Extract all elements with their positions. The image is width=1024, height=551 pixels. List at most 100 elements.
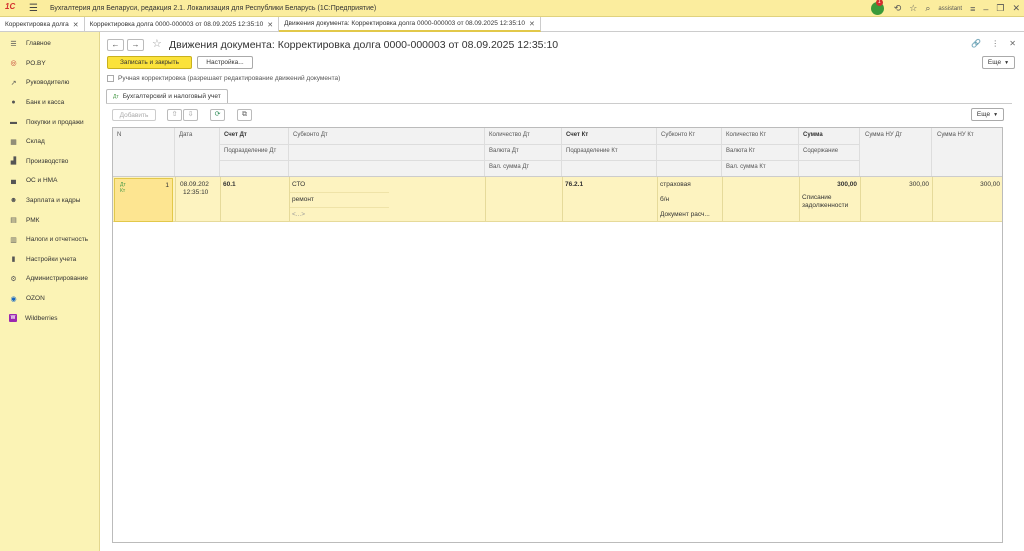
sidebar-item-bank[interactable]: ● Банк и касса	[0, 93, 99, 113]
movement-dt-kt-icon: Дт Кт	[120, 182, 126, 194]
header-div-kt[interactable]: Подразделение Кт	[566, 148, 618, 154]
sidebar-item-director[interactable]: ↗ Руководителю	[0, 73, 99, 93]
tab-debt-adjustment-list[interactable]: Корректировка долга ✕	[0, 17, 85, 32]
header-cur-sum-kt[interactable]: Вал. сумма Кт	[726, 164, 766, 170]
sidebar-item-label: Настройки учета	[26, 255, 77, 263]
favorite-star-icon[interactable]: ☆	[152, 37, 162, 50]
sidebar-item-production[interactable]: ▟ Производство	[0, 152, 99, 172]
header-n[interactable]: N	[117, 132, 121, 138]
favorites-icon[interactable]: ☆	[909, 3, 917, 14]
people-icon: ☻	[9, 197, 18, 205]
sidebar-item-label: Зарплата и кадры	[26, 197, 81, 205]
sidebar-item-label: РО.BY	[26, 59, 46, 67]
back-button[interactable]: ←	[107, 39, 124, 51]
report-icon: ▥	[10, 236, 17, 244]
sidebar-item-main[interactable]: ☰ Главное	[0, 34, 99, 54]
minimize-icon[interactable]: –	[983, 4, 988, 14]
sidebar-item-assets[interactable]: ▄ ОС и НМА	[0, 171, 99, 191]
car-icon: ▄	[11, 177, 16, 185]
title-bar: 1С ☰ Бухгалтерия для Беларуси, редакция …	[0, 0, 1024, 17]
sidebar-item-wildberries[interactable]: W Wildberries	[0, 308, 99, 328]
header-cur-dt[interactable]: Валюта Дт	[489, 148, 519, 154]
close-tab-icon[interactable]: ✕	[267, 21, 273, 29]
header-date[interactable]: Дата	[179, 132, 192, 138]
sidebar-item-rmk[interactable]: ▤ РМК	[0, 210, 99, 230]
row-sum-nu-kt: 300,00	[980, 181, 1000, 188]
more-vertical-icon[interactable]: ⋮	[991, 39, 999, 48]
link-icon[interactable]: 🔗	[971, 39, 981, 48]
move-down-icon[interactable]: ⇩	[183, 109, 198, 121]
notifications-button[interactable]: 1	[870, 0, 884, 15]
manual-correction[interactable]: Ручная корректировка (разрешает редактир…	[107, 75, 340, 82]
history-icon[interactable]: ⟲	[894, 3, 902, 14]
chevron-down-icon: ▼	[993, 111, 999, 118]
search-icon[interactable]: ⌕	[925, 3, 930, 14]
row-date: 08.09.202	[180, 181, 209, 188]
tab-debt-adjustment-doc[interactable]: Корректировка долга 0000-000003 от 08.09…	[85, 17, 280, 32]
header-sum-nu-kt[interactable]: Сумма НУ Кт	[937, 132, 974, 138]
settings-button[interactable]: Настройка...	[197, 56, 253, 69]
restore-icon[interactable]: ❐	[996, 3, 1004, 14]
movements-table[interactable]: N Дата Счет Дт Подразделение Дт Субконто…	[112, 127, 1003, 543]
sidebar-item-ozon[interactable]: ◉ OZON	[0, 289, 99, 309]
sidebar-item-label: Банк и касса	[26, 99, 65, 107]
notif-badge: 1	[875, 0, 883, 6]
row-content-1: Списание	[802, 194, 832, 201]
table-more-button[interactable]: Еще ▼	[971, 108, 1004, 121]
move-up-icon[interactable]: ⇧	[167, 109, 182, 121]
header-qty-dt[interactable]: Количество Дт	[489, 132, 530, 138]
sidebar-item-label: Склад	[26, 138, 45, 146]
add-button[interactable]: Добавить	[112, 109, 156, 121]
sidebar: ☰ Главное ◎ РО.BY ↗ Руководителю ● Банк и ка…	[0, 32, 100, 551]
sidebar-item-admin[interactable]: ⚙ Администрирование	[0, 269, 99, 289]
cart-icon: ▬	[10, 118, 17, 126]
save-close-button[interactable]: Записать и закрыть	[107, 56, 192, 69]
sidebar-item-sales[interactable]: ▬ Покупки и продажи	[0, 112, 99, 132]
row-sub-dt-3: <...>	[292, 211, 306, 218]
chevron-down-icon: ▼	[1004, 59, 1010, 66]
row-number-cell[interactable]: Дт Кт 1	[114, 178, 173, 222]
sidebar-item-taxes[interactable]: ▥ Налоги и отчетность	[0, 230, 99, 250]
sidebar-item-account-settings[interactable]: ▮ Настройки учета	[0, 250, 99, 270]
app-logo: 1С	[5, 2, 16, 11]
refresh-icon[interactable]: ⟳	[210, 109, 225, 121]
gear-icon: ⚙	[10, 275, 17, 283]
close-tab-icon[interactable]: ✕	[529, 20, 535, 28]
sidebar-item-label: Администрирование	[26, 275, 88, 283]
header-sub-kt[interactable]: Субконто Кт	[661, 132, 695, 138]
header-acc-kt[interactable]: Счет Кт	[566, 132, 588, 138]
tab-accounting[interactable]: Дт Бухгалтерский и налоговый учет	[106, 89, 228, 103]
header-acc-dt[interactable]: Счет Дт	[224, 132, 247, 138]
main-area: ← → ☆ Движения документа: Корректировка …	[101, 32, 1024, 551]
close-tab-icon[interactable]: ✕	[73, 21, 79, 29]
header-cur-sum-dt[interactable]: Вал. сумма Дт	[489, 164, 529, 170]
sidebar-item-warehouse[interactable]: ▦ Склад	[0, 132, 99, 152]
settings-doc-icon: ▮	[11, 256, 16, 264]
forward-button[interactable]: →	[127, 39, 144, 51]
table-more-label: Еще	[976, 111, 991, 118]
register-icon: ▤	[10, 217, 17, 225]
more-button[interactable]: Еще ▼	[982, 56, 1015, 69]
main-menu-icon[interactable]: ☰	[29, 3, 38, 14]
copy-icon[interactable]: ⧉	[237, 109, 252, 121]
menu-icon: ☰	[10, 40, 17, 48]
manual-correction-checkbox[interactable]	[107, 75, 114, 82]
header-content[interactable]: Содержание	[803, 148, 838, 154]
sidebar-item-ro-by[interactable]: ◎ РО.BY	[0, 54, 99, 74]
header-sub-dt[interactable]: Субконто Дт	[293, 132, 328, 138]
sidebar-item-label: Главное	[26, 40, 51, 48]
header-sum[interactable]: Сумма	[803, 132, 823, 138]
sidebar-item-salary[interactable]: ☻ Зарплата и кадры	[0, 191, 99, 211]
close-icon[interactable]: ✕	[1009, 39, 1016, 48]
tab-document-movements[interactable]: Движения документа: Корректировка долга …	[279, 17, 541, 32]
header-qty-kt[interactable]: Количество Кт	[726, 132, 766, 138]
header-div-dt[interactable]: Подразделение Дт	[224, 148, 276, 154]
row-sub-kt-1: страховая	[660, 181, 691, 188]
user-name[interactable]: assistant	[938, 6, 962, 12]
header-cur-kt[interactable]: Валюта Кт	[726, 148, 755, 154]
header-sum-nu-dt[interactable]: Сумма НУ Дт	[865, 132, 902, 138]
tab-accounting-label: Бухгалтерский и налоговый учет	[122, 93, 221, 100]
close-icon[interactable]: ✕	[1012, 3, 1020, 14]
table-row[interactable]	[113, 177, 1002, 222]
settings-menu-icon[interactable]: ≡	[970, 4, 975, 14]
